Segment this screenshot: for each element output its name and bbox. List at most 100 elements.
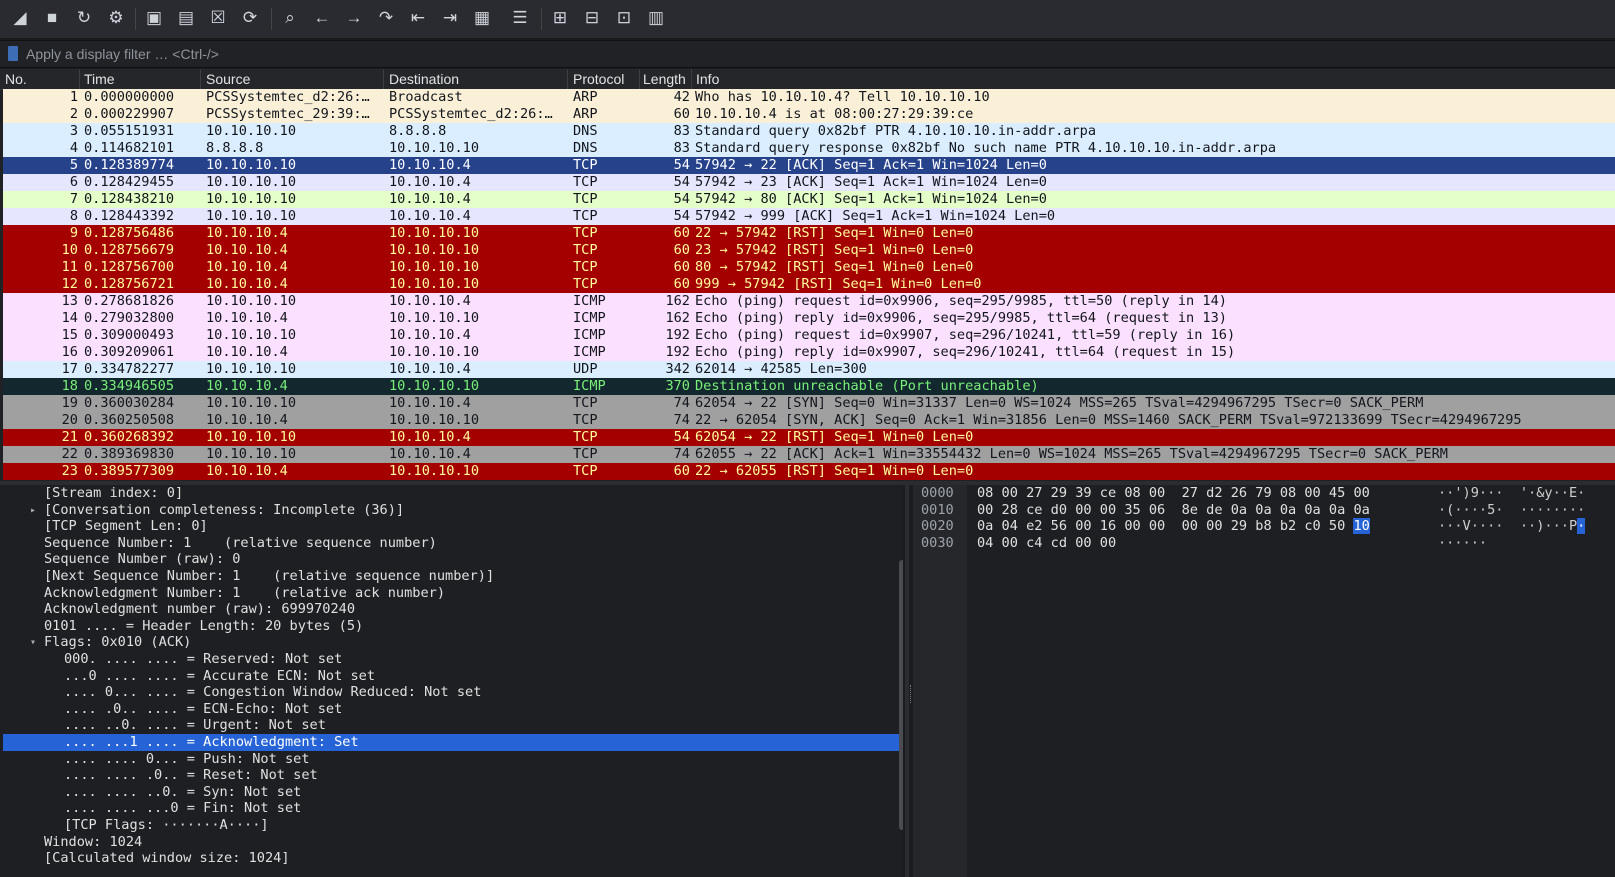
resize-columns-icon[interactable]: ▥	[644, 6, 668, 30]
detail-row[interactable]: [TCP Segment Len: 0]	[3, 518, 900, 535]
ascii-char-highlighted[interactable]: ·	[1577, 518, 1586, 535]
first-packet-icon[interactable]: ⇤	[406, 6, 430, 30]
column-header-info[interactable]: Info	[696, 71, 719, 87]
hex-bytes[interactable]: 04 00 c4 cd 00 00	[977, 535, 1116, 552]
go-forward-icon[interactable]: →	[342, 6, 366, 30]
detail-row[interactable]: .... .... 0... = Push: Not set	[3, 751, 900, 768]
go-to-packet-icon[interactable]: ↷	[374, 6, 398, 30]
zoom-out-icon[interactable]: ⊟	[580, 6, 604, 30]
detail-row[interactable]: [TCP Flags: ·······A····]	[3, 817, 900, 834]
hex-ascii[interactable]: ···V···· ··)···P·	[1438, 518, 1586, 535]
details-scrollbar[interactable]	[899, 560, 903, 830]
column-header-protocol[interactable]: Protocol	[573, 71, 624, 87]
detail-row[interactable]: .... .... ...0 = Fin: Not set	[3, 800, 900, 817]
detail-row[interactable]: [Next Sequence Number: 1 (relative seque…	[3, 568, 900, 585]
last-packet-icon[interactable]: ⇥	[438, 6, 462, 30]
packet-row[interactable]: 14 0.279032800 10.10.10.4 10.10.10.10 ICMP 16…	[3, 310, 1615, 327]
capture-options-icon[interactable]: ⚙	[104, 6, 128, 30]
find-packet-icon[interactable]: ⌕	[278, 6, 302, 30]
detail-row[interactable]: Acknowledgment Number: 1 (relative ack n…	[3, 585, 900, 602]
detail-row[interactable]: ▾ Flags: 0x010 (ACK)	[3, 634, 900, 651]
colorize-icon[interactable]: ☰	[508, 6, 532, 30]
packet-row[interactable]: 9 0.128756486 10.10.10.4 10.10.10.10 TCP 60 22…	[3, 225, 1615, 242]
packet-row[interactable]: 13 0.278681826 10.10.10.10 10.10.10.4 ICMP 16…	[3, 293, 1615, 310]
packet-row[interactable]: 19 0.360030284 10.10.10.10 10.10.10.4 TCP 74 6…	[3, 395, 1615, 412]
detail-row[interactable]: [Stream index: 0]	[3, 485, 900, 502]
detail-row[interactable]: .... .... .0.. = Reset: Not set	[3, 767, 900, 784]
packet-row[interactable]: 23 0.389577309 10.10.10.4 10.10.10.10 TCP 60 2…	[3, 463, 1615, 480]
hex-line[interactable]: 0030 04 00 c4 cd 00 00 ······	[913, 535, 1613, 552]
packet-row[interactable]: 1 0.000000000 PCSSystemtec_d2:26:… Broadcas…	[3, 89, 1615, 106]
detail-row[interactable]: ...0 .... .... = Accurate ECN: Not set	[3, 668, 900, 685]
detail-row[interactable]: .... .... ..0. = Syn: Not set	[3, 784, 900, 801]
stop-capture-icon[interactable]: ■	[40, 6, 64, 30]
hex-ascii[interactable]: ······	[1438, 535, 1487, 552]
column-header-destination[interactable]: Destination	[389, 71, 459, 87]
packet-row[interactable]: 21 0.360268392 10.10.10.10 10.10.10.4 TCP 54 6…	[3, 429, 1615, 446]
packet-row[interactable]: 7 0.128438210 10.10.10.10 10.10.10.4 TCP 54 57…	[3, 191, 1615, 208]
save-file-icon[interactable]: ▤	[174, 6, 198, 30]
detail-row[interactable]: Acknowledgment number (raw): 699970240	[3, 601, 900, 618]
packet-row[interactable]: 3 0.055151931 10.10.10.10 8.8.8.8 DNS 83 Stand…	[3, 123, 1615, 140]
hex-line[interactable]: 0010 00 28 ce d0 00 00 35 06 8e de 0a 0a …	[913, 502, 1613, 519]
detail-row-selected[interactable]: .... ...1 .... = Acknowledgment: Set	[3, 734, 900, 751]
reload-file-icon[interactable]: ⟳	[238, 6, 262, 30]
pane-splitter-vertical[interactable]	[905, 485, 909, 877]
hex-ascii[interactable]: ··')9··· '·&y··E·	[1438, 485, 1585, 502]
hex-line[interactable]: 0020 0a 04 e2 56 00 16 00 00 00 00 29 b8 …	[913, 518, 1613, 535]
packet-row[interactable]: 11 0.128756700 10.10.10.4 10.10.10.10 TCP 60 8…	[3, 259, 1615, 276]
detail-row[interactable]: 0101 .... = Header Length: 20 bytes (5)	[3, 618, 900, 635]
column-header-time[interactable]: Time	[84, 71, 115, 87]
packet-row[interactable]: 18 0.334946505 10.10.10.4 10.10.10.10 ICMP 37…	[3, 378, 1615, 395]
start-capture-icon[interactable]: ◢	[8, 6, 32, 30]
autoscroll-icon[interactable]: ▦	[470, 6, 494, 30]
detail-row[interactable]: Window: 1024	[3, 834, 900, 851]
packet-row[interactable]: 22 0.389369830 10.10.10.10 10.10.10.4 TCP 74 6…	[3, 446, 1615, 463]
detail-row[interactable]: 000. .... .... = Reserved: Not set	[3, 651, 900, 668]
detail-row[interactable]: Sequence Number: 1 (relative sequence nu…	[3, 535, 900, 552]
detail-row[interactable]: .... 0... .... = Congestion Window Reduc…	[3, 684, 900, 701]
packet-row[interactable]: 20 0.360250508 10.10.10.4 10.10.10.10 TCP 74 2…	[3, 412, 1615, 429]
detail-row[interactable]: ▸ [Conversation completeness: Incomplete …	[3, 502, 900, 519]
packet-cell-src: PCSSystemtec_29:39:…	[206, 106, 370, 122]
packet-row[interactable]: 6 0.128429455 10.10.10.10 10.10.10.4 TCP 54 57…	[3, 174, 1615, 191]
packet-row[interactable]: 10 0.128756679 10.10.10.4 10.10.10.10 TCP 60 2…	[3, 242, 1615, 259]
column-divider[interactable]	[200, 69, 201, 89]
collapsed-arrow-icon[interactable]: ▸	[27, 502, 39, 519]
column-divider[interactable]	[567, 69, 568, 89]
close-file-icon[interactable]: ☒	[206, 6, 230, 30]
hex-bytes[interactable]: 08 00 27 29 39 ce 08 00 27 d2 26 79 08 0…	[977, 485, 1370, 502]
display-filter-input[interactable]	[24, 44, 1608, 63]
hex-byte-highlighted[interactable]: 10	[1353, 518, 1370, 535]
column-divider[interactable]	[639, 69, 640, 89]
detail-row[interactable]: Sequence Number (raw): 0	[3, 551, 900, 568]
normal-size-icon[interactable]: ⊡	[612, 6, 636, 30]
column-header-length[interactable]: Length	[643, 71, 686, 87]
restart-capture-icon[interactable]: ↻	[72, 6, 96, 30]
packet-row[interactable]: 16 0.309209061 10.10.10.4 10.10.10.10 ICMP 19…	[3, 344, 1615, 361]
column-divider[interactable]	[79, 69, 80, 89]
packet-row[interactable]: 15 0.309000493 10.10.10.10 10.10.10.4 ICMP 19…	[3, 327, 1615, 344]
go-back-icon[interactable]: ←	[310, 6, 334, 30]
packet-row[interactable]: 17 0.334782277 10.10.10.10 10.10.10.4 UDP 342…	[3, 361, 1615, 378]
hex-line[interactable]: 0000 08 00 27 29 39 ce 08 00 27 d2 26 79 …	[913, 485, 1613, 502]
bookmark-icon[interactable]	[8, 46, 18, 61]
packet-row[interactable]: 8 0.128443392 10.10.10.10 10.10.10.4 TCP 54 57…	[3, 208, 1615, 225]
open-file-icon[interactable]: ▣	[142, 6, 166, 30]
column-header-source[interactable]: Source	[206, 71, 250, 87]
column-divider[interactable]	[691, 69, 692, 89]
hex-ascii[interactable]: ·(····5· ········	[1438, 502, 1585, 519]
column-header-no[interactable]: No.	[5, 71, 27, 87]
hex-bytes[interactable]: 00 28 ce d0 00 00 35 06 8e de 0a 0a 0a 0…	[977, 502, 1370, 519]
packet-row[interactable]: 5 0.128389774 10.10.10.10 10.10.10.4 TCP 54 57…	[3, 157, 1615, 174]
zoom-in-icon[interactable]: ⊞	[548, 6, 572, 30]
packet-row[interactable]: 12 0.128756721 10.10.10.4 10.10.10.10 TCP 60 9…	[3, 276, 1615, 293]
detail-row[interactable]: .... .0.. .... = ECN-Echo: Not set	[3, 701, 900, 718]
expanded-arrow-icon[interactable]: ▾	[27, 634, 39, 651]
hex-bytes[interactable]: 0a 04 e2 56 00 16 00 00 00 00 29 b8 b2 c…	[977, 518, 1370, 535]
column-divider[interactable]	[383, 69, 384, 89]
detail-row[interactable]: .... ..0. .... = Urgent: Not set	[3, 717, 900, 734]
packet-row[interactable]: 2 0.000229907 PCSSystemtec_29:39:… PCSSyste…	[3, 106, 1615, 123]
packet-row[interactable]: 4 0.114682101 8.8.8.8 10.10.10.10 DNS 83 Stand…	[3, 140, 1615, 157]
detail-row[interactable]: [Calculated window size: 1024]	[3, 850, 900, 867]
